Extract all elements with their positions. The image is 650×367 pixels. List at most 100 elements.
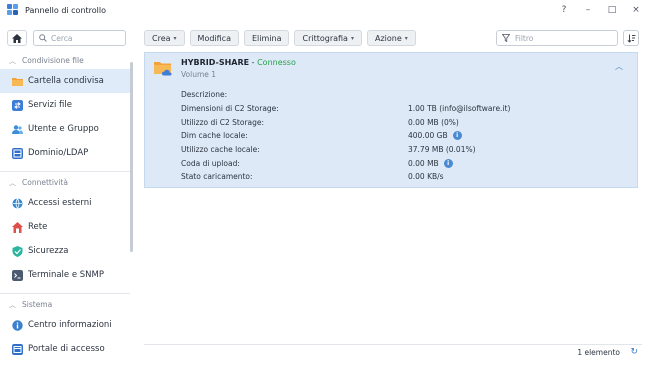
sidebar-item-label: Cartella condivisa xyxy=(28,76,104,86)
file-services-icon xyxy=(12,99,23,111)
sidebar-item-cartella-condivisa[interactable]: Cartella condivisa xyxy=(0,69,130,93)
sidebar-item-servizi-file[interactable]: Servizi file xyxy=(0,93,130,117)
section-title: Connettività xyxy=(22,178,68,187)
user-group-icon xyxy=(12,124,23,134)
section-title: Condivisione file xyxy=(22,56,84,65)
window-controls: ? – □ × xyxy=(548,0,644,20)
section-sistema[interactable]: ︿ Sistema xyxy=(0,296,130,313)
property-label: Dimensioni di C2 Storage: xyxy=(181,104,279,114)
crea-button[interactable]: Crea ▾ xyxy=(144,30,185,46)
caret-down-icon: ▾ xyxy=(173,34,177,42)
crittografia-button[interactable]: Crittografia ▾ xyxy=(294,30,362,46)
sidebar-item-label: Terminale e SNMP xyxy=(28,270,104,280)
sidebar-item-label: Accessi esterni xyxy=(28,198,92,208)
sidebar-search[interactable] xyxy=(33,30,126,46)
info-center-icon xyxy=(12,319,23,331)
main-panel: Crea ▾ Modifica Elimina Crittografia ▾ A… xyxy=(136,20,650,367)
shared-folder-item[interactable]: HYBRID-SHARE - Connesso Volume 1 ︿ Descr… xyxy=(144,52,638,188)
toolbar: Crea ▾ Modifica Elimina Crittografia ▾ A… xyxy=(144,30,421,46)
button-label: Elimina xyxy=(251,33,282,43)
button-label: Crittografia xyxy=(302,33,348,43)
sort-icon xyxy=(626,34,635,43)
sidebar-nav: ︿ Condivisione file Cartella condivisa S… xyxy=(0,52,130,361)
sidebar-item-portale-di-accesso[interactable]: Portale di accesso xyxy=(0,337,130,361)
minimize-icon[interactable]: – xyxy=(580,5,596,15)
sidebar-item-dominio-ldap[interactable]: Dominio/LDAP xyxy=(0,141,130,165)
sidebar-item-utente-e-gruppo[interactable]: Utente e Gruppo xyxy=(0,117,130,141)
share-volume: Volume 1 xyxy=(181,70,217,79)
property-value: 1.00 TB (info@ilsoftware.it) xyxy=(408,104,510,113)
sidebar-item-sicurezza[interactable]: Sicurezza xyxy=(0,239,130,263)
property-value: 0.00 KB/s xyxy=(408,172,444,181)
sidebar-item-label: Centro informazioni xyxy=(28,320,112,330)
sidebar-item-label: Dominio/LDAP xyxy=(28,148,89,158)
caret-down-icon: ▾ xyxy=(350,34,354,42)
sidebar-item-label: Utente e Gruppo xyxy=(28,124,99,134)
property-value: 400.00 GB i xyxy=(408,131,462,141)
status-badge: Connesso xyxy=(257,58,296,67)
property-row: Dimensioni di C2 Storage: 1.00 TB (info@… xyxy=(181,102,601,116)
property-value-text: 400.00 GB xyxy=(408,131,448,141)
property-label: Utilizzo di C2 Storage: xyxy=(181,117,265,127)
help-icon[interactable]: ? xyxy=(556,5,572,15)
window-title: Pannello di controllo xyxy=(25,5,107,15)
modifica-button[interactable]: Modifica xyxy=(189,30,239,46)
security-shield-icon xyxy=(12,245,23,257)
section-title: Sistema xyxy=(22,300,53,309)
sidebar-item-centro-informazioni[interactable]: Centro informazioni xyxy=(0,313,130,337)
property-row: Coda di upload: 0.00 MB i xyxy=(181,156,601,170)
sidebar-scrollbar[interactable] xyxy=(130,62,133,252)
button-label: Azione xyxy=(374,33,402,43)
property-label: Descrizione: xyxy=(181,90,228,100)
search-icon xyxy=(39,34,47,42)
chevron-up-icon: ︿ xyxy=(9,178,16,187)
property-value-text: 0.00 MB (0%) xyxy=(408,117,459,127)
property-row: Utilizzo cache locale: 37.79 MB (0.01%) xyxy=(181,143,601,157)
caret-down-icon: ▾ xyxy=(404,34,408,42)
sidebar-item-label: Sicurezza xyxy=(28,246,69,256)
share-separator: - xyxy=(249,58,258,67)
login-portal-icon xyxy=(12,343,23,355)
chevron-up-icon: ︿ xyxy=(9,300,16,309)
title-bar: Pannello di controllo ? – □ × xyxy=(0,0,650,20)
sidebar-item-terminale-snmp[interactable]: Terminale e SNMP xyxy=(0,263,130,287)
divider xyxy=(0,171,130,172)
refresh-icon[interactable]: ↻ xyxy=(630,347,638,357)
divider xyxy=(0,293,130,294)
button-label: Modifica xyxy=(197,33,231,43)
maximize-icon[interactable]: □ xyxy=(604,5,620,15)
info-icon[interactable]: i xyxy=(443,158,453,168)
property-value-text: 0.00 KB/s xyxy=(408,172,444,182)
property-row: Utilizzo di C2 Storage: 0.00 MB (0%) xyxy=(181,115,601,129)
home-icon xyxy=(12,33,22,43)
network-icon xyxy=(12,221,23,233)
home-button[interactable] xyxy=(7,30,27,46)
section-connettivita[interactable]: ︿ Connettività xyxy=(0,174,130,191)
elimina-button[interactable]: Elimina xyxy=(243,30,290,46)
property-value-text: 1.00 TB (info@ilsoftware.it) xyxy=(408,104,511,114)
sort-button[interactable] xyxy=(623,30,639,46)
property-value: 0.00 MB (0%) xyxy=(408,118,459,127)
chevron-up-icon[interactable]: ︿ xyxy=(615,61,623,72)
azione-button[interactable]: Azione ▾ xyxy=(366,30,416,46)
property-value: 37.79 MB (0.01%) xyxy=(408,145,476,154)
control-panel-app-icon xyxy=(7,4,19,16)
filter-box[interactable] xyxy=(496,30,618,46)
sidebar-item-label: Servizi file xyxy=(28,100,72,110)
filter-input[interactable] xyxy=(515,33,611,43)
button-label: Crea xyxy=(152,33,171,43)
sidebar-item-label: Rete xyxy=(28,222,48,232)
sidebar: ︿ Condivisione file Cartella condivisa S… xyxy=(0,20,136,367)
share-properties: Descrizione: Dimensioni di C2 Storage: 1… xyxy=(181,88,601,184)
property-label: Dim cache locale: xyxy=(181,131,248,141)
close-icon[interactable]: × xyxy=(628,5,644,15)
section-condivisione-file[interactable]: ︿ Condivisione file xyxy=(0,52,130,69)
sidebar-search-input[interactable] xyxy=(51,33,121,43)
property-row: Descrizione: xyxy=(181,88,601,102)
sidebar-item-rete[interactable]: Rete xyxy=(0,215,130,239)
share-name: HYBRID-SHARE xyxy=(181,58,250,67)
item-count: 1 elemento xyxy=(577,348,620,357)
info-icon[interactable]: i xyxy=(452,131,462,141)
property-label: Utilizzo cache locale: xyxy=(181,145,260,155)
sidebar-item-accessi-esterni[interactable]: Accessi esterni xyxy=(0,191,130,215)
